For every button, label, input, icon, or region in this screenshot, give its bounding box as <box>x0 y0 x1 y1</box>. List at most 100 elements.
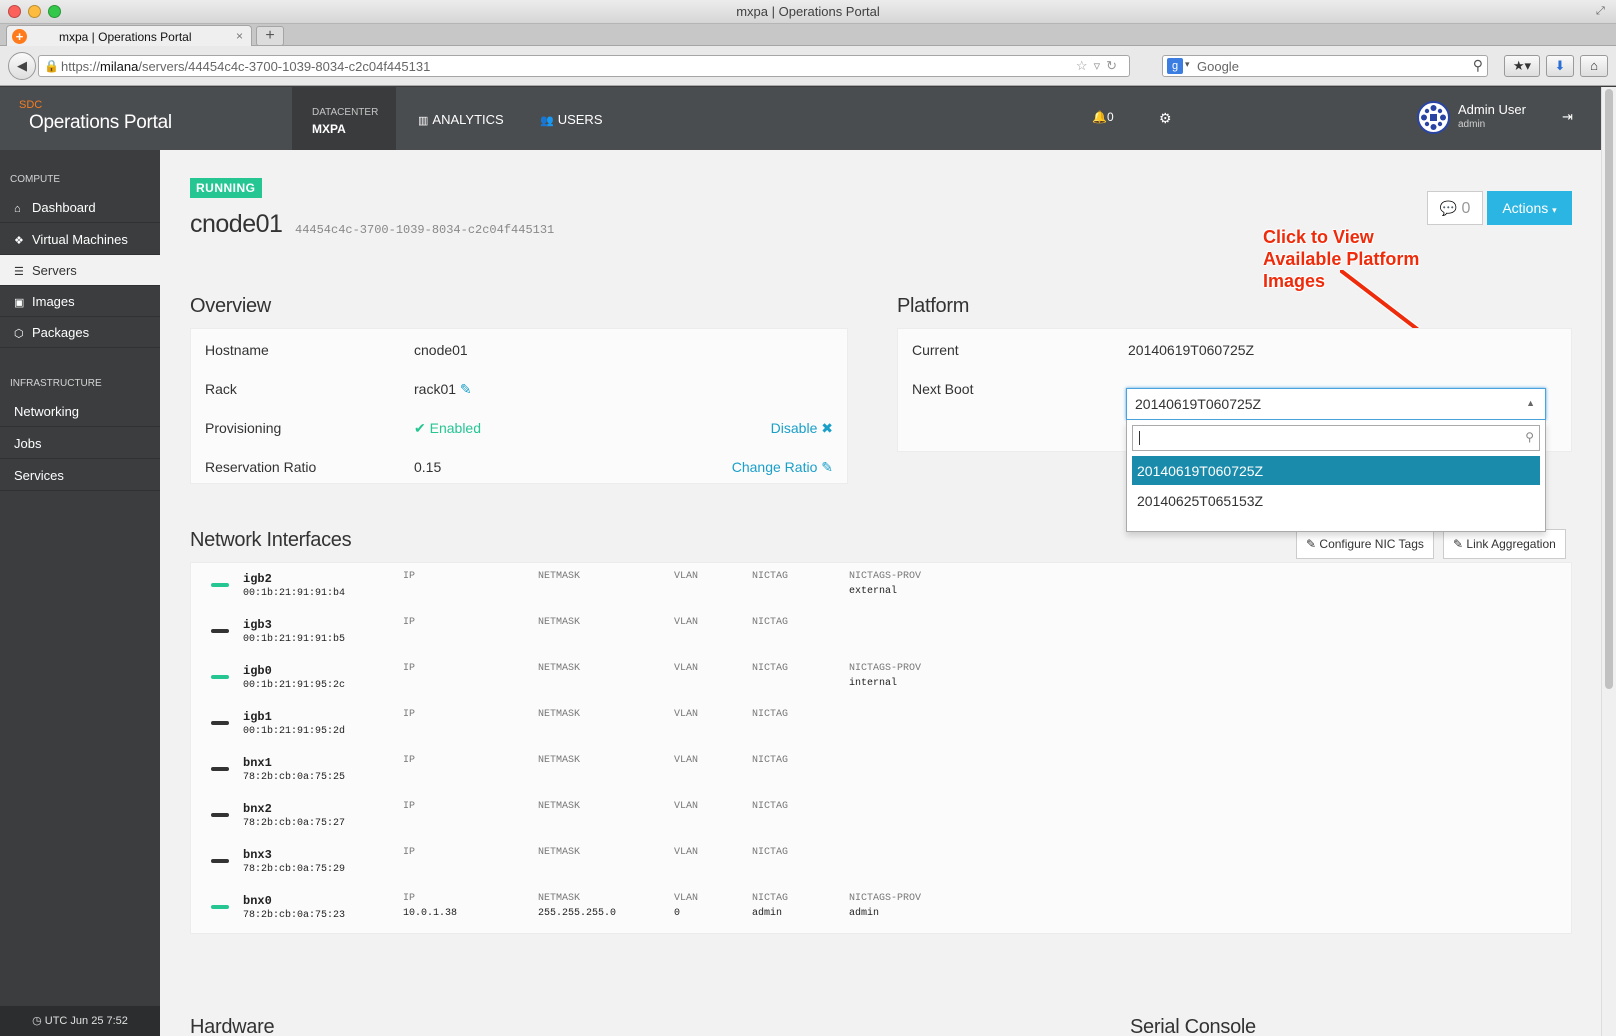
provisioning-value: ✔ Enabled <box>414 420 482 436</box>
netmask-header: NETMASK <box>538 893 581 904</box>
nictag-header: NICTAG <box>752 663 789 674</box>
scrollbar-thumb[interactable] <box>1605 89 1613 689</box>
nic-name: bnx2 <box>243 802 272 816</box>
nic-row[interactable]: igb0 00:1b:21:91:95:2c IP NETMASK VLAN NICTAG… <box>191 659 1580 705</box>
users-icon: 👥 <box>540 115 554 127</box>
netmask-header: NETMASK <box>538 663 581 674</box>
avatar[interactable] <box>1417 101 1450 134</box>
ip-header: IP <box>403 801 416 812</box>
vlan-value: 0 <box>674 908 681 919</box>
tab-bar: + mxpa | Operations Portal × + <box>0 24 1616 47</box>
nic-row[interactable]: bnx2 78:2b:cb:0a:75:27 IP NETMASK VLAN NICTAG <box>191 797 1580 843</box>
fullscreen-icon[interactable]: ⤢ <box>1596 5 1608 17</box>
vlan-header: VLAN <box>674 893 699 904</box>
search-bar[interactable]: g ▾ Google ⚲ <box>1162 55 1488 77</box>
network-interfaces-title: Network Interfaces <box>190 529 352 551</box>
sidebar-section-infrastructure: INFRASTRUCTURE <box>10 378 102 389</box>
netmask-value: 255.255.255.0 <box>538 908 617 919</box>
comments-button[interactable]: 💬 0 <box>1427 191 1483 225</box>
dropdown-option[interactable]: 20140625T065153Z <box>1132 486 1540 515</box>
close-icon: ✖ <box>821 420 833 436</box>
page-scrollbar[interactable] <box>1601 87 1616 1036</box>
nic-row[interactable]: igb1 00:1b:21:91:95:2d IP NETMASK VLAN NICTAG <box>191 705 1580 751</box>
nic-row[interactable]: igb3 00:1b:21:91:91:b5 IP NETMASK VLAN NICTAG <box>191 613 1580 659</box>
nav-analytics[interactable]: ▥ ANALYTICS <box>418 112 504 127</box>
sidebar-section-compute: COMPUTE <box>10 174 60 185</box>
downloads-button[interactable]: ⬇ <box>1546 55 1574 77</box>
logout-icon[interactable]: ⇥ <box>1562 109 1573 125</box>
new-tab-button[interactable]: + <box>256 26 284 46</box>
back-button[interactable]: ◀ <box>8 52 36 80</box>
search-placeholder: Google <box>1197 59 1239 74</box>
user-name[interactable]: Admin User <box>1458 102 1526 117</box>
next-boot-dropdown: ⚲ 20140619T060725Z 20140625T065153Z <box>1126 420 1546 532</box>
next-boot-select[interactable]: 20140619T060725Z ▲ <box>1126 388 1546 420</box>
nictags-prov-value: admin <box>849 908 880 919</box>
netmask-header: NETMASK <box>538 617 581 628</box>
app-header: SDC Operations Portal DATACENTER MXPA ▥ A… <box>0 87 1601 150</box>
google-icon[interactable]: g <box>1167 58 1183 74</box>
nic-row[interactable]: bnx1 78:2b:cb:0a:75:25 IP NETMASK VLAN NICTAG <box>191 751 1580 797</box>
url-bar[interactable]: 🔒 https://milana/servers/44454c4c-3700-1… <box>38 55 1130 77</box>
comment-icon: 💬 <box>1439 200 1458 216</box>
hostname-value: cnode01 <box>414 342 468 358</box>
nictags-prov-value: external <box>849 586 898 597</box>
nictag-header: NICTAG <box>752 801 789 812</box>
change-ratio-link[interactable]: Change Ratio ✎ <box>732 459 833 476</box>
edit-rack-icon[interactable]: ✎ <box>460 381 472 397</box>
status-badge: RUNNING <box>190 178 262 198</box>
tab-close-icon[interactable]: × <box>236 29 243 43</box>
brand-sub: SDC <box>19 99 43 111</box>
link-status-indicator <box>211 583 229 587</box>
brand-title[interactable]: Operations Portal <box>29 112 172 134</box>
link-status-indicator <box>211 905 229 909</box>
clock-icon: ◷ <box>32 1015 45 1027</box>
link-status-indicator <box>211 629 229 633</box>
sidebar-item-networking[interactable]: Networking <box>0 396 160 427</box>
provisioning-label: Provisioning <box>205 420 282 436</box>
actions-button[interactable]: Actions ▾ <box>1487 191 1572 225</box>
bookmark-star-icon[interactable]: ☆ <box>1076 58 1094 73</box>
link-aggregation-button[interactable]: ✎ Link Aggregation <box>1443 529 1566 559</box>
netmask-header: NETMASK <box>538 755 581 766</box>
link-status-indicator <box>211 859 229 863</box>
sidebar-item-packages[interactable]: ⬡ Packages <box>0 317 160 348</box>
browser-tab[interactable]: + mxpa | Operations Portal × <box>6 25 252 47</box>
tab-title: mxpa | Operations Portal <box>59 30 192 44</box>
sidebar-item-jobs[interactable]: Jobs <box>0 428 160 459</box>
dropdown-option[interactable]: 20140619T060725Z <box>1132 456 1540 485</box>
sidebar-item-services[interactable]: Services <box>0 460 160 491</box>
vlan-header: VLAN <box>674 709 699 720</box>
datacenter-label: DATACENTER <box>312 107 379 118</box>
reload-icon[interactable]: ↻ <box>1106 58 1123 73</box>
engine-dropdown-icon[interactable]: ▾ <box>1185 59 1190 70</box>
caret-up-icon: ▲ <box>1526 398 1535 408</box>
sidebar-item-virtual-machines[interactable]: ❖ Virtual Machines <box>0 224 160 255</box>
main-content: RUNNING cnode01 44454c4c-3700-1039-8034-… <box>160 150 1601 1036</box>
nav-users[interactable]: 👥 USERS <box>540 112 603 127</box>
nic-name: bnx1 <box>243 756 272 770</box>
user-login: admin <box>1458 119 1486 130</box>
sidebar-item-servers[interactable]: ☰ Servers <box>0 255 160 286</box>
configure-nic-tags-button[interactable]: ✎ Configure NIC Tags <box>1296 529 1434 559</box>
search-icon[interactable]: ⚲ <box>1473 57 1483 74</box>
nictag-header: NICTAG <box>752 617 789 628</box>
sidebar-item-dashboard[interactable]: ⌂ Dashboard <box>0 192 160 223</box>
ip-value: 10.0.1.38 <box>403 908 458 919</box>
disable-provisioning-link[interactable]: Disable ✖ <box>771 420 833 437</box>
nic-row[interactable]: igb2 00:1b:21:91:91:b4 IP NETMASK VLAN NICTAG… <box>191 567 1580 613</box>
package-icon: ⬡ <box>14 328 24 340</box>
nic-row[interactable]: bnx0 78:2b:cb:0a:75:23 IP NETMASK VLAN NICTAG… <box>191 889 1580 935</box>
datacenter-selector[interactable]: DATACENTER MXPA <box>292 87 396 150</box>
nic-table: igb2 00:1b:21:91:91:b4 IP NETMASK VLAN NICTAG… <box>190 562 1572 934</box>
home-button[interactable]: ⌂ <box>1580 55 1608 77</box>
notifications-button[interactable]: 🔔0 <box>1092 110 1114 124</box>
server-uuid: 44454c4c-3700-1039-8034-c2c04f445131 <box>295 223 555 237</box>
check-icon: ✔ <box>414 420 426 436</box>
history-dropdown-icon[interactable]: ▿ <box>1094 58 1107 73</box>
sidebar-item-images[interactable]: ▣ Images <box>0 286 160 317</box>
bookmarks-menu-button[interactable]: ★▾ <box>1504 55 1540 77</box>
nic-row[interactable]: bnx3 78:2b:cb:0a:75:29 IP NETMASK VLAN NICTAG <box>191 843 1580 889</box>
gear-icon[interactable]: ⚙ <box>1159 110 1172 127</box>
dropdown-search-input[interactable]: ⚲ <box>1132 425 1540 451</box>
